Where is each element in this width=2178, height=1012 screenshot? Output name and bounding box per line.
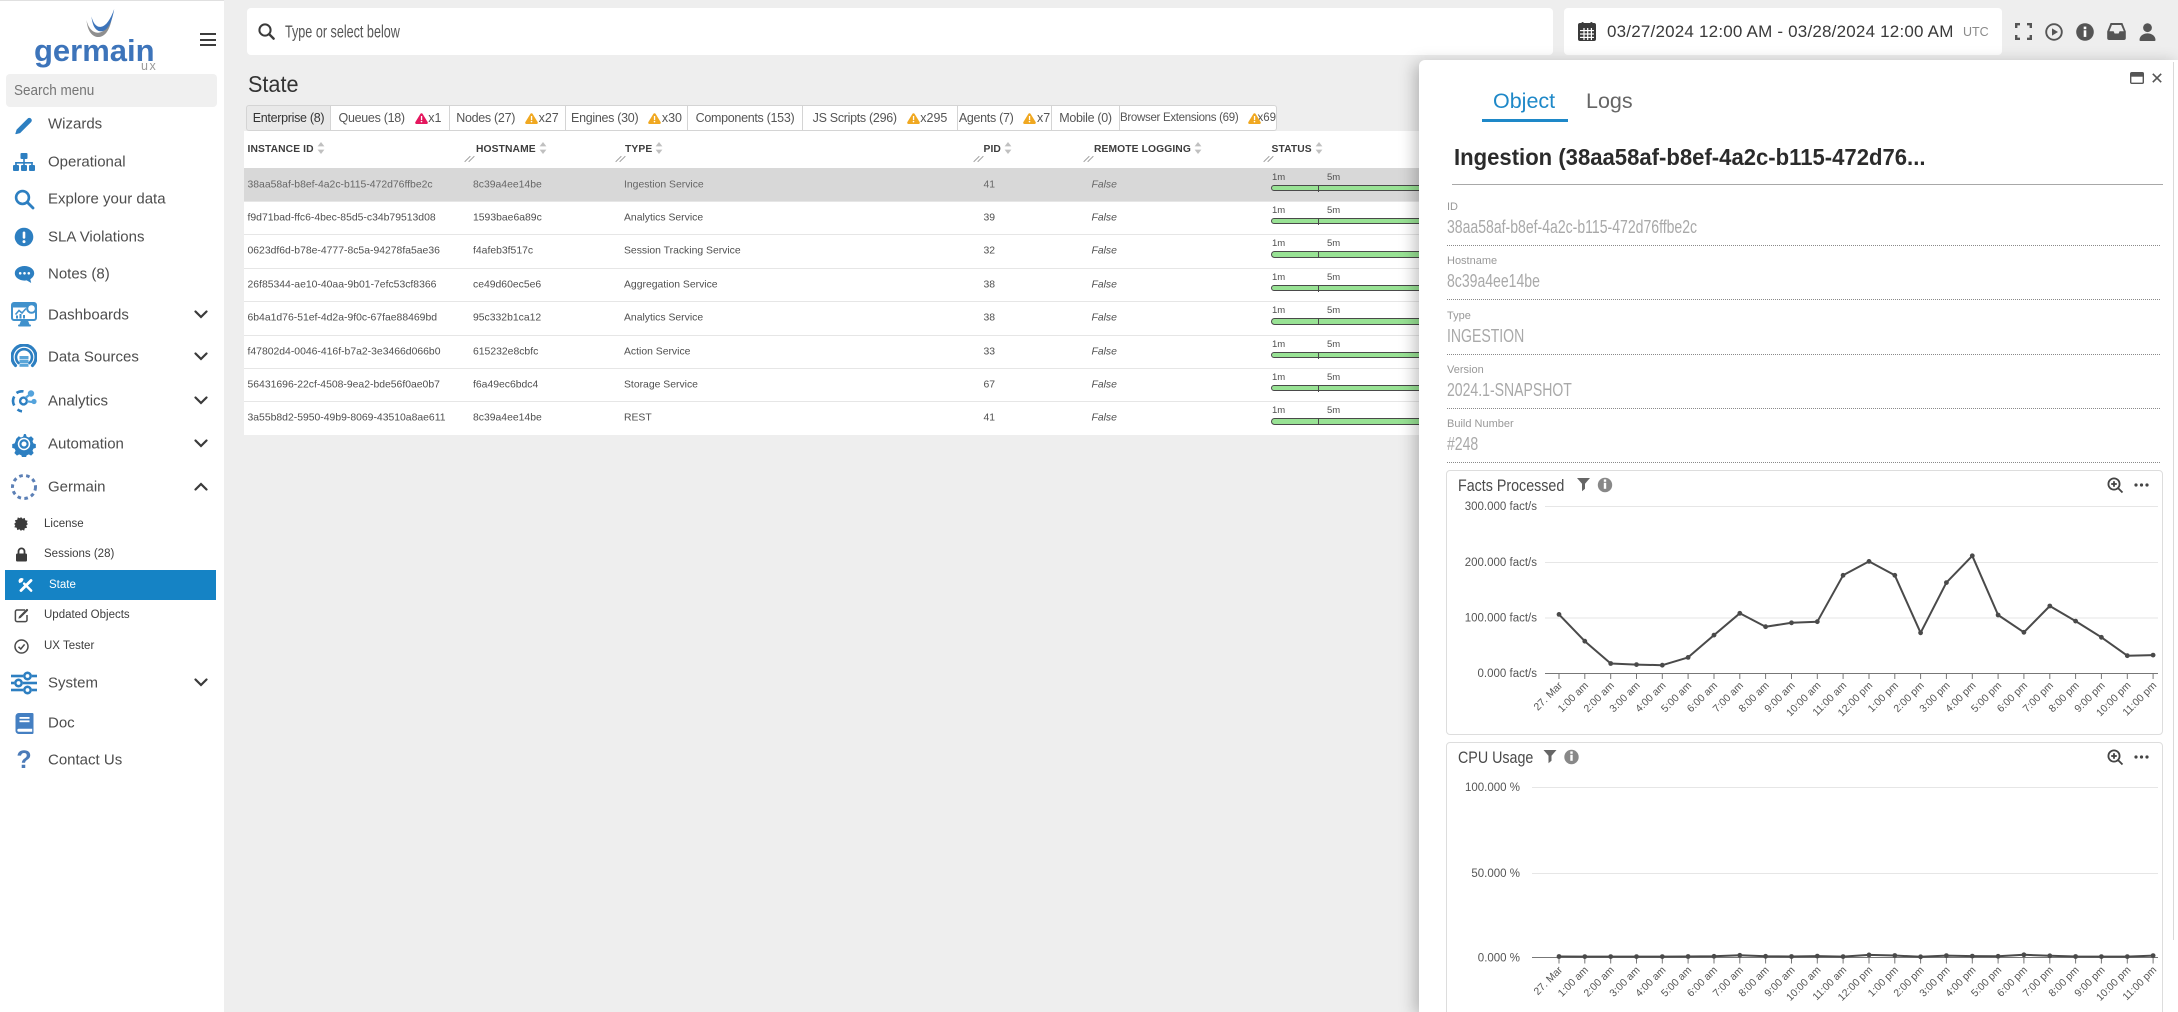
svg-text:0.000 %: 0.000 % — [1478, 953, 1520, 965]
svg-text:Facts Processed: Facts Processed — [1458, 477, 1564, 495]
svg-text:200.000 fact/s: 200.000 fact/s — [1465, 557, 1537, 569]
svg-text:100.000 fact/s: 100.000 fact/s — [1465, 613, 1537, 625]
svg-text:0.000 fact/s: 0.000 fact/s — [1478, 668, 1538, 680]
svg-text:100.000 %: 100.000 % — [1465, 782, 1520, 794]
svg-text:CPU Usage: CPU Usage — [1458, 749, 1534, 767]
svg-text:300.000 fact/s: 300.000 fact/s — [1465, 501, 1537, 513]
svg-text:50.000 %: 50.000 % — [1471, 868, 1520, 880]
